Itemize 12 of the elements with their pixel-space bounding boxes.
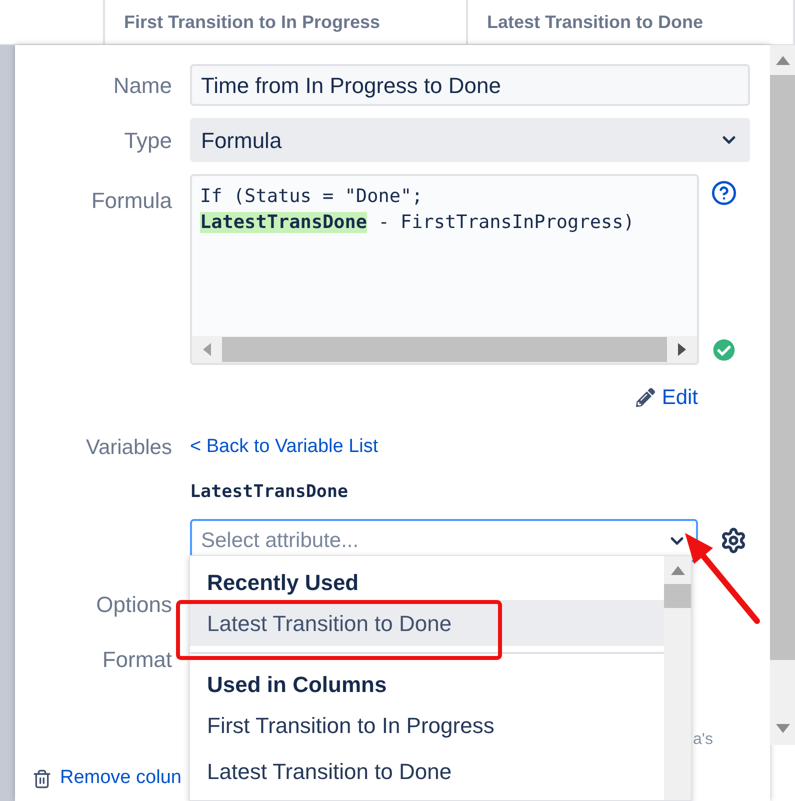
- code-line: If (Status = "Done";: [200, 185, 424, 209]
- field-label: Variables: [85, 434, 172, 460]
- group-heading: Recently Used: [206, 569, 360, 597]
- field-label: Options: [95, 591, 172, 620]
- group-heading: Used in Columns: [206, 671, 388, 699]
- field-label: Format: [101, 646, 172, 674]
- field-label: Formula: [90, 187, 172, 215]
- field-label: Type: [123, 126, 172, 155]
- code-line: LatestTransDone - FirstTransInProgress): [200, 211, 636, 235]
- field-label: Name: [112, 72, 172, 100]
- background-text: a's: [693, 730, 713, 750]
- variable-name: LatestTransDone: [190, 481, 350, 504]
